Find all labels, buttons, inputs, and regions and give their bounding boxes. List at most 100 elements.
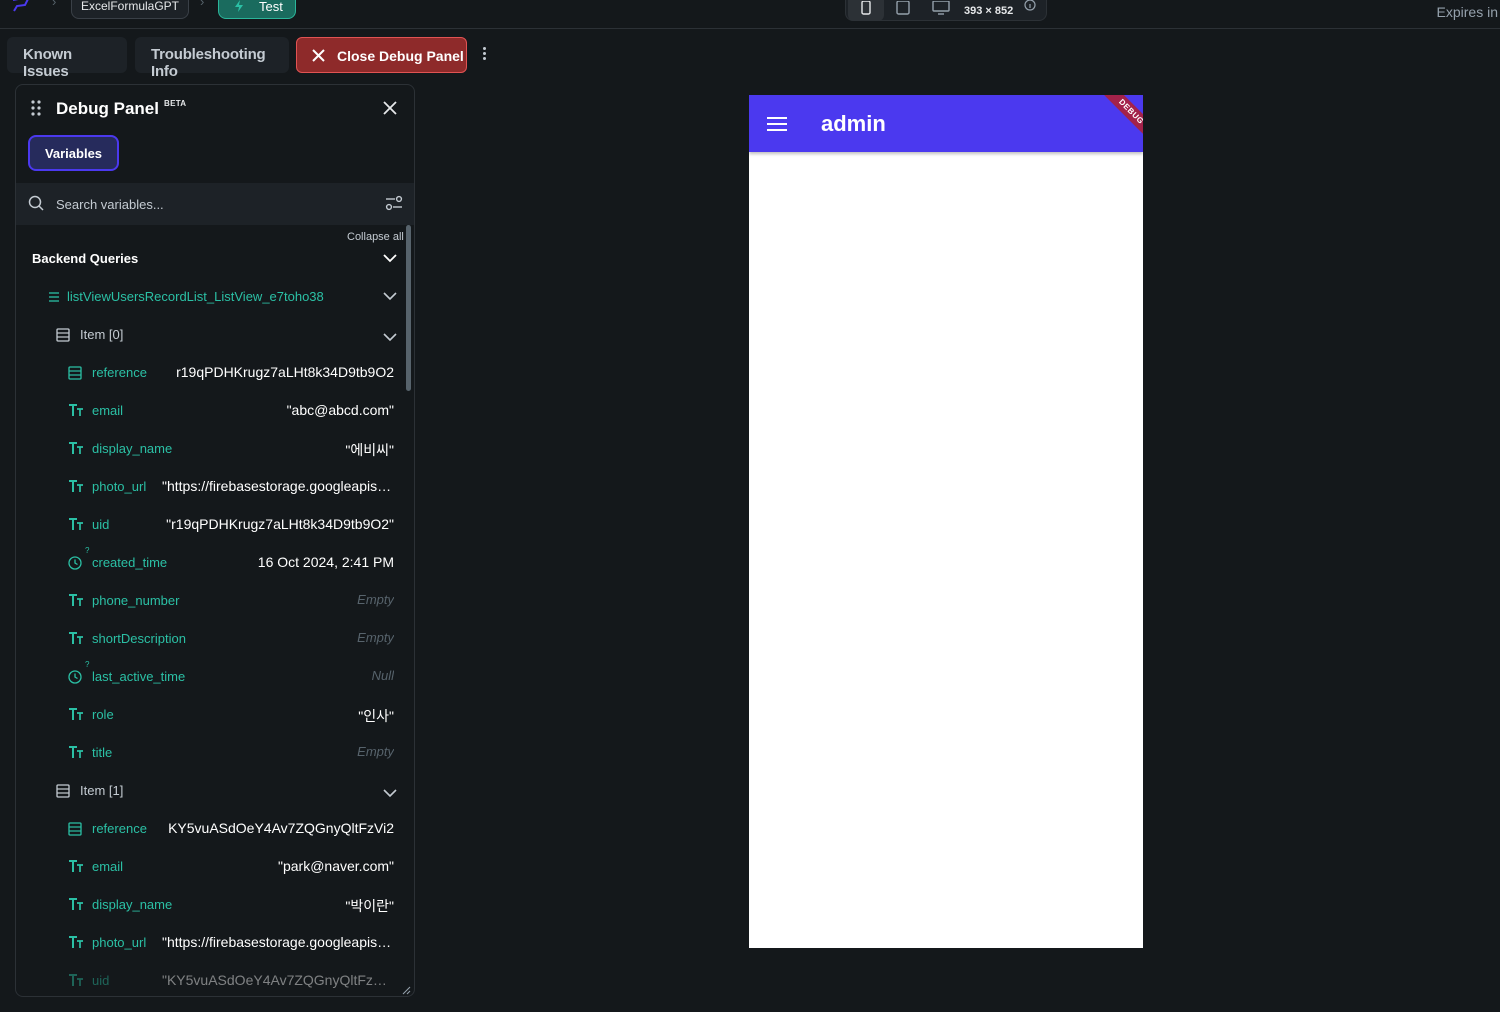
field-name: uid	[92, 973, 110, 988]
field-name: display_name	[92, 897, 173, 912]
text-type-icon	[68, 936, 84, 954]
section-backend-queries[interactable]: Backend Queries	[16, 240, 414, 278]
tablet-device-button[interactable]	[884, 0, 920, 21]
text-type-icon	[68, 480, 84, 498]
list-icon	[49, 292, 59, 302]
field-name: last_active_time	[92, 669, 186, 684]
text-type-icon	[68, 898, 84, 916]
search-bar	[16, 183, 414, 225]
table-row[interactable]: reference KY5vuASdOeY4Av7ZQGnyQltFzVi2	[16, 810, 414, 848]
flutterflow-logo-icon[interactable]	[10, 0, 32, 14]
tablet-icon	[896, 1, 910, 15]
table-row[interactable]: photo_url "https://firebasestorage.google…	[16, 924, 414, 962]
table-icon	[56, 328, 70, 347]
close-debug-label: Close Debug Panel	[337, 48, 464, 64]
table-row[interactable]: uid "r19qPDHKrugz7aLHt8k34D9tb9O2"	[16, 506, 414, 544]
field-value: "r19qPDHKrugz7aLHt8k34D9tb9O2"	[166, 516, 394, 532]
table-row[interactable]: shortDescription Empty	[16, 620, 414, 658]
table-row[interactable]: photo_url "https://firebasestorage.google…	[16, 468, 414, 506]
field-value: "https://firebasestorage.googleapis.com"	[162, 934, 394, 950]
phone-icon	[861, 1, 871, 15]
nullable-marker: ?	[85, 546, 90, 555]
field-name: email	[92, 859, 124, 874]
field-value: "https://firebasestorage.googleapis.com"	[162, 478, 394, 494]
field-value: Empty	[357, 630, 394, 645]
field-name: shortDescription	[92, 631, 186, 646]
field-value: Empty	[357, 744, 394, 759]
desktop-device-button[interactable]	[920, 0, 956, 21]
table-row[interactable]: display_name "박이란"	[16, 886, 414, 924]
chevron-down-icon[interactable]	[383, 253, 397, 263]
list-item-row[interactable]: Item [0]	[16, 316, 414, 354]
field-name: email	[92, 403, 124, 418]
field-name: display_name	[92, 441, 173, 456]
phone-device-button[interactable]	[848, 0, 884, 21]
more-options-icon[interactable]	[478, 45, 490, 65]
table-row[interactable]: uid "KY5vuASdOeY4Av7ZQGnyQltFzVi2"	[16, 962, 414, 996]
drag-handle-icon[interactable]	[31, 100, 41, 116]
app-bar: admin	[749, 95, 1143, 152]
close-debug-panel-button[interactable]: Close Debug Panel	[296, 37, 467, 73]
search-input[interactable]	[56, 192, 376, 216]
info-icon[interactable]	[1024, 0, 1036, 11]
field-value: "abc@abcd.com"	[286, 402, 394, 418]
field-value: "에비씨"	[345, 442, 394, 458]
text-type-icon	[68, 746, 84, 764]
table-row[interactable]: email "abc@abcd.com"	[16, 392, 414, 430]
chevron-right-icon: ›	[200, 0, 205, 9]
field-value: r19qPDHKrugz7aLHt8k34D9tb9O2	[176, 364, 394, 380]
resize-handle-icon[interactable]	[401, 982, 411, 996]
chevron-down-icon[interactable]	[383, 329, 397, 347]
field-value: KY5vuASdOeY4Av7ZQGnyQltFzVi2	[168, 820, 394, 836]
text-type-icon	[68, 632, 84, 650]
table-row[interactable]: display_name "에비씨"	[16, 430, 414, 468]
document-reference-icon	[68, 366, 82, 385]
document-reference-icon	[68, 822, 82, 841]
table-row[interactable]: reference r19qPDHKrugz7aLHt8k34D9tb9O2	[16, 354, 414, 392]
lightning-icon	[235, 0, 243, 12]
text-type-icon	[68, 974, 84, 992]
nullable-marker: ?	[85, 660, 90, 669]
chevron-down-icon[interactable]	[383, 291, 397, 301]
table-row[interactable]: ? created_time 16 Oct 2024, 2:41 PM	[16, 544, 414, 582]
query-row[interactable]: listViewUsersRecordList_ListView_e7toho3…	[16, 278, 414, 316]
device-selector: 393 × 852	[845, 0, 1047, 21]
field-value: "박이란"	[345, 898, 394, 914]
chevron-down-icon[interactable]	[383, 785, 397, 803]
app-title: admin	[821, 111, 886, 136]
text-type-icon	[68, 404, 84, 422]
item-label: Item [0]	[80, 327, 124, 342]
field-value: Empty	[357, 592, 394, 607]
table-row[interactable]: title Empty	[16, 734, 414, 772]
clock-icon	[68, 670, 82, 689]
table-row[interactable]: phone_number Empty	[16, 582, 414, 620]
troubleshooting-info-button[interactable]: Troubleshooting Info	[135, 37, 289, 80]
tab-variables[interactable]: Variables	[28, 135, 119, 171]
text-type-icon	[68, 442, 84, 460]
expires-label: Expires in	[1436, 4, 1498, 20]
desktop-icon	[932, 1, 950, 15]
table-row[interactable]: email "park@naver.com"	[16, 848, 414, 886]
project-name-button[interactable]: ExcelFormulaGPT	[71, 0, 189, 19]
clock-icon	[68, 556, 82, 575]
table-row[interactable]: ? last_active_time Null	[16, 658, 414, 696]
field-name: role	[92, 707, 114, 722]
field-name: photo_url	[92, 935, 147, 950]
menu-icon[interactable]	[767, 116, 787, 132]
device-dimensions: 393 × 852	[964, 5, 1014, 17]
table-row[interactable]: role "인사"	[16, 696, 414, 734]
field-name: title	[92, 745, 113, 760]
known-issues-button[interactable]: Known Issues	[7, 37, 127, 80]
filter-icon[interactable]	[385, 195, 403, 211]
chevron-right-icon: ›	[52, 0, 57, 9]
list-item-row[interactable]: Item [1]	[16, 772, 414, 810]
close-icon[interactable]	[382, 100, 398, 116]
field-value: "인사"	[358, 708, 394, 724]
text-type-icon	[68, 708, 84, 726]
device-preview: admin DEBUG	[749, 95, 1143, 948]
test-mode-button[interactable]: Test	[218, 0, 296, 19]
field-name: created_time	[92, 555, 168, 570]
field-name: photo_url	[92, 479, 147, 494]
table-icon	[56, 784, 70, 803]
panel-title: Debug Panel	[56, 99, 159, 118]
